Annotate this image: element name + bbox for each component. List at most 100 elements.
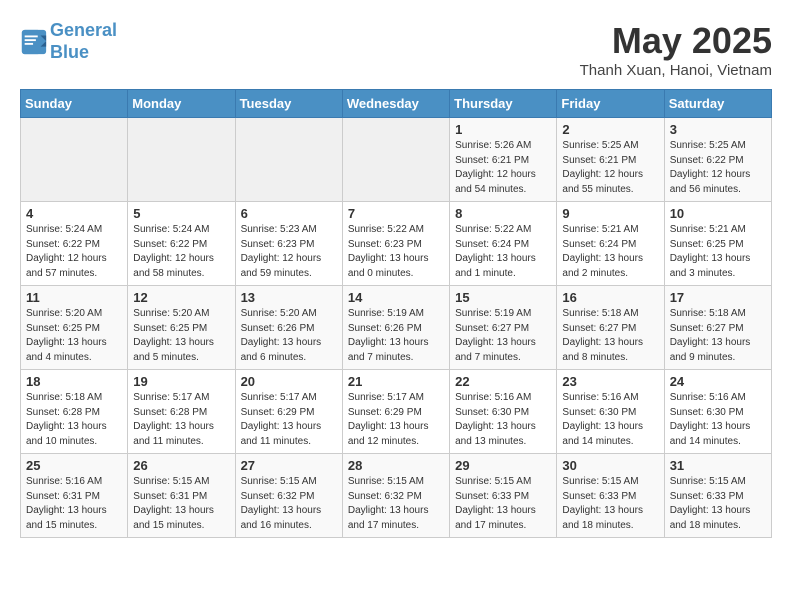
day-number: 10 (670, 206, 766, 221)
header-day-saturday: Saturday (664, 90, 771, 118)
calendar-cell (235, 118, 342, 202)
calendar-cell: 28 Sunrise: 5:15 AM Sunset: 6:32 PM Dayli… (342, 454, 449, 538)
calendar-cell: 16Sunrise: 5:18 AM Sunset: 6:27 PM Dayli… (557, 286, 664, 370)
calendar-cell: 15Sunrise: 5:19 AM Sunset: 6:27 PM Dayli… (450, 286, 557, 370)
day-number: 12 (133, 290, 229, 305)
day-number: 23 (562, 374, 658, 389)
day-info: Sunrise: 5:15 AM Sunset: 6:31 PM Dayligh… (133, 475, 229, 533)
day-info: Sunrise: 5:26 AM Sunset: 6:21 PM Dayligh… (455, 139, 551, 197)
calendar-cell: 26Sunrise: 5:15 AM Sunset: 6:31 PM Dayli… (128, 454, 235, 538)
day-number: 2 (562, 122, 658, 137)
calendar-cell: 1Sunrise: 5:26 AM Sunset: 6:21 PM Daylig… (450, 118, 557, 202)
calendar-week-2: 4Sunrise: 5:24 AM Sunset: 6:22 PM Daylig… (21, 202, 772, 286)
day-info: Sunrise: 5:15 AM Sunset: 6:32 PM Dayligh… (348, 475, 444, 533)
day-number: 24 (670, 374, 766, 389)
day-info: Sunrise: 5:17 AM Sunset: 6:28 PM Dayligh… (133, 391, 229, 449)
day-info: Sunrise: 5:20 AM Sunset: 6:25 PM Dayligh… (133, 307, 229, 365)
day-number: 3 (670, 122, 766, 137)
calendar-cell: 11 Sunrise: 5:20 AM Sunset: 6:25 PM Dayli… (21, 286, 128, 370)
day-info: Sunrise: 5:21 AM Sunset: 6:24 PM Dayligh… (562, 223, 658, 281)
day-number: 13 (241, 290, 337, 305)
calendar-table: SundayMondayTuesdayWednesdayThursdayFrid… (20, 89, 772, 538)
logo: General Blue (20, 20, 117, 63)
day-number: 25 (26, 458, 122, 473)
calendar-cell: 21 Sunrise: 5:17 AM Sunset: 6:29 PM Dayli… (342, 370, 449, 454)
day-info: Sunrise: 5:23 AM Sunset: 6:23 PM Dayligh… (241, 223, 337, 281)
header-row: SundayMondayTuesdayWednesdayThursdayFrid… (21, 90, 772, 118)
day-number: 5 (133, 206, 229, 221)
day-number: 31 (670, 458, 766, 473)
header-day-wednesday: Wednesday (342, 90, 449, 118)
day-info: Sunrise: 5:16 AM Sunset: 6:30 PM Dayligh… (670, 391, 766, 449)
calendar-cell: 23Sunrise: 5:16 AM Sunset: 6:30 PM Dayli… (557, 370, 664, 454)
calendar-week-5: 25 Sunrise: 5:16 AM Sunset: 6:31 PM Dayli… (21, 454, 772, 538)
calendar-cell: 22 Sunrise: 5:16 AM Sunset: 6:30 PM Dayli… (450, 370, 557, 454)
day-number: 18 (26, 374, 122, 389)
logo-blue: Blue (50, 42, 89, 62)
calendar-cell: 27Sunrise: 5:15 AM Sunset: 6:32 PM Dayli… (235, 454, 342, 538)
day-number: 19 (133, 374, 229, 389)
header-day-tuesday: Tuesday (235, 90, 342, 118)
day-info: Sunrise: 5:17 AM Sunset: 6:29 PM Dayligh… (348, 391, 444, 449)
calendar-cell: 4Sunrise: 5:24 AM Sunset: 6:22 PM Daylig… (21, 202, 128, 286)
page-header: General Blue May 2025 Thanh Xuan, Hanoi,… (20, 20, 772, 79)
day-info: Sunrise: 5:17 AM Sunset: 6:29 PM Dayligh… (241, 391, 337, 449)
calendar-cell: 18 Sunrise: 5:18 AM Sunset: 6:28 PM Dayli… (21, 370, 128, 454)
calendar-cell: 9 Sunrise: 5:21 AM Sunset: 6:24 PM Daylig… (557, 202, 664, 286)
day-info: Sunrise: 5:18 AM Sunset: 6:28 PM Dayligh… (26, 391, 122, 449)
calendar-cell: 12 Sunrise: 5:20 AM Sunset: 6:25 PM Dayli… (128, 286, 235, 370)
calendar-cell: 10 Sunrise: 5:21 AM Sunset: 6:25 PM Dayli… (664, 202, 771, 286)
day-info: Sunrise: 5:19 AM Sunset: 6:26 PM Dayligh… (348, 307, 444, 365)
calendar-cell: 13 Sunrise: 5:20 AM Sunset: 6:26 PM Dayli… (235, 286, 342, 370)
day-info: Sunrise: 5:15 AM Sunset: 6:33 PM Dayligh… (670, 475, 766, 533)
calendar-cell: 8Sunrise: 5:22 AM Sunset: 6:24 PM Daylig… (450, 202, 557, 286)
day-info: Sunrise: 5:18 AM Sunset: 6:27 PM Dayligh… (562, 307, 658, 365)
day-info: Sunrise: 5:22 AM Sunset: 6:23 PM Dayligh… (348, 223, 444, 281)
calendar-cell: 5 Sunrise: 5:24 AM Sunset: 6:22 PM Daylig… (128, 202, 235, 286)
calendar-cell: 25 Sunrise: 5:16 AM Sunset: 6:31 PM Dayli… (21, 454, 128, 538)
day-info: Sunrise: 5:20 AM Sunset: 6:25 PM Dayligh… (26, 307, 122, 365)
calendar-cell: 30Sunrise: 5:15 AM Sunset: 6:33 PM Dayli… (557, 454, 664, 538)
day-info: Sunrise: 5:15 AM Sunset: 6:33 PM Dayligh… (455, 475, 551, 533)
day-number: 9 (562, 206, 658, 221)
month-title: May 2025 (580, 20, 772, 62)
day-info: Sunrise: 5:15 AM Sunset: 6:33 PM Dayligh… (562, 475, 658, 533)
day-info: Sunrise: 5:24 AM Sunset: 6:22 PM Dayligh… (26, 223, 122, 281)
header-day-sunday: Sunday (21, 90, 128, 118)
day-info: Sunrise: 5:21 AM Sunset: 6:25 PM Dayligh… (670, 223, 766, 281)
day-info: Sunrise: 5:19 AM Sunset: 6:27 PM Dayligh… (455, 307, 551, 365)
calendar-cell: 24 Sunrise: 5:16 AM Sunset: 6:30 PM Dayli… (664, 370, 771, 454)
day-info: Sunrise: 5:16 AM Sunset: 6:30 PM Dayligh… (455, 391, 551, 449)
day-info: Sunrise: 5:20 AM Sunset: 6:26 PM Dayligh… (241, 307, 337, 365)
calendar-cell (128, 118, 235, 202)
day-number: 6 (241, 206, 337, 221)
calendar-cell (342, 118, 449, 202)
logo-general: General (50, 20, 117, 40)
day-info: Sunrise: 5:22 AM Sunset: 6:24 PM Dayligh… (455, 223, 551, 281)
calendar-header: SundayMondayTuesdayWednesdayThursdayFrid… (21, 90, 772, 118)
calendar-body: 1Sunrise: 5:26 AM Sunset: 6:21 PM Daylig… (21, 118, 772, 538)
calendar-cell: 17 Sunrise: 5:18 AM Sunset: 6:27 PM Dayli… (664, 286, 771, 370)
header-day-thursday: Thursday (450, 90, 557, 118)
calendar-cell: 19 Sunrise: 5:17 AM Sunset: 6:28 PM Dayli… (128, 370, 235, 454)
day-info: Sunrise: 5:16 AM Sunset: 6:31 PM Dayligh… (26, 475, 122, 533)
day-number: 27 (241, 458, 337, 473)
logo-icon (20, 28, 48, 56)
calendar-week-3: 11 Sunrise: 5:20 AM Sunset: 6:25 PM Dayli… (21, 286, 772, 370)
day-number: 14 (348, 290, 444, 305)
calendar-cell: 14 Sunrise: 5:19 AM Sunset: 6:26 PM Dayli… (342, 286, 449, 370)
calendar-cell: 6 Sunrise: 5:23 AM Sunset: 6:23 PM Daylig… (235, 202, 342, 286)
calendar-week-4: 18 Sunrise: 5:18 AM Sunset: 6:28 PM Dayli… (21, 370, 772, 454)
day-number: 17 (670, 290, 766, 305)
calendar-cell: 7Sunrise: 5:22 AM Sunset: 6:23 PM Daylig… (342, 202, 449, 286)
day-number: 11 (26, 290, 122, 305)
day-number: 20 (241, 374, 337, 389)
day-info: Sunrise: 5:24 AM Sunset: 6:22 PM Dayligh… (133, 223, 229, 281)
day-number: 29 (455, 458, 551, 473)
day-number: 21 (348, 374, 444, 389)
logo-text: General Blue (50, 20, 117, 63)
day-number: 22 (455, 374, 551, 389)
day-info: Sunrise: 5:25 AM Sunset: 6:21 PM Dayligh… (562, 139, 658, 197)
day-info: Sunrise: 5:18 AM Sunset: 6:27 PM Dayligh… (670, 307, 766, 365)
day-number: 28 (348, 458, 444, 473)
